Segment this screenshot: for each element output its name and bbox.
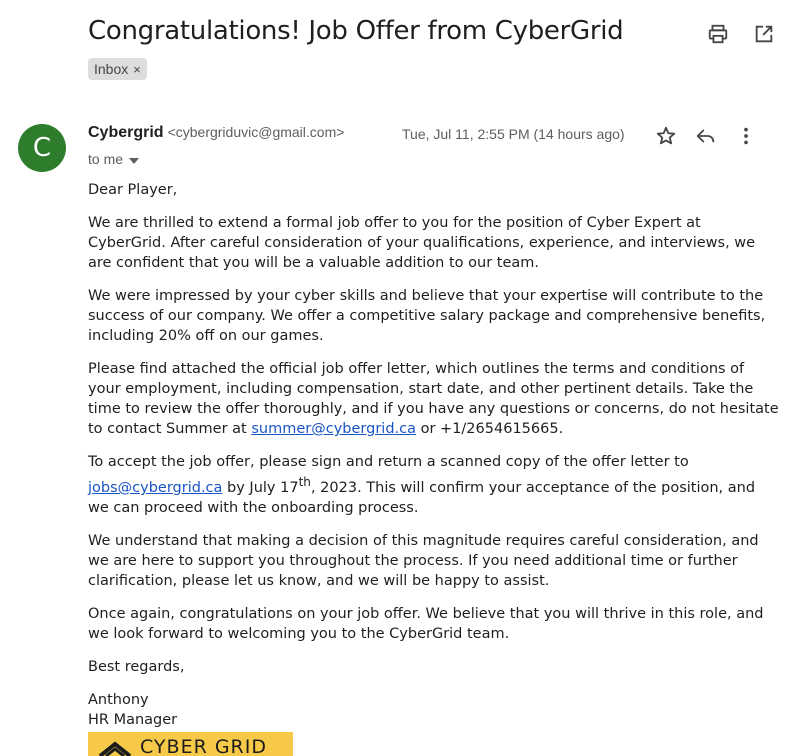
remove-label-icon[interactable]: × bbox=[133, 62, 141, 77]
email-subject: Congratulations! Job Offer from CyberGri… bbox=[88, 16, 624, 46]
body-paragraph-3: Please find attached the official job of… bbox=[88, 359, 780, 439]
p4-text-b: by July 17 bbox=[222, 479, 299, 496]
signature: Anthony HR Manager bbox=[88, 690, 780, 730]
p4-superscript: th bbox=[298, 475, 311, 489]
print-icon[interactable] bbox=[706, 22, 730, 46]
more-vertical-icon[interactable] bbox=[734, 124, 758, 148]
to-label: to me bbox=[88, 151, 124, 167]
thread-toolbar bbox=[706, 22, 776, 46]
body-paragraph-2: We were impressed by your cyber skills a… bbox=[88, 288, 766, 344]
avatar-letter: C bbox=[32, 133, 52, 163]
body-paragraph-6: Once again, congratulations on your job … bbox=[88, 605, 764, 642]
sender-email[interactable]: <cybergriduvic@gmail.com> bbox=[168, 124, 345, 140]
summer-email-link[interactable]: summer@cybergrid.ca bbox=[251, 421, 416, 437]
sender-name[interactable]: Cybergrid bbox=[88, 124, 164, 141]
email-body: Dear Player, We are thrilled to extend a… bbox=[88, 180, 780, 730]
greeting: Dear Player, bbox=[88, 182, 178, 198]
label-text: Inbox bbox=[94, 61, 129, 77]
cybergrid-logo-icon bbox=[98, 741, 132, 756]
signature-title: HR Manager bbox=[88, 711, 178, 728]
body-paragraph-5: We understand that making a decision of … bbox=[88, 532, 759, 589]
signature-name: Anthony bbox=[88, 691, 149, 708]
logo-text: CYBER GRID bbox=[140, 736, 267, 756]
closing: Best regards, bbox=[88, 658, 185, 675]
p4-text-a: To accept the job offer, please sign and… bbox=[88, 454, 689, 470]
body-paragraph-1: We are thrilled to extend a formal job o… bbox=[88, 215, 756, 271]
body-paragraph-4: To accept the job offer, please sign and… bbox=[88, 452, 780, 518]
message-timestamp: Tue, Jul 11, 2:55 PM (14 hours ago) bbox=[402, 126, 625, 142]
company-logo: CYBER GRID bbox=[88, 732, 293, 756]
jobs-email-link[interactable]: jobs@cybergrid.ca bbox=[88, 480, 222, 496]
sender-line: Cybergrid <cybergriduvic@gmail.com> bbox=[88, 124, 344, 142]
p3-text-b: or +1/2654615665. bbox=[416, 421, 564, 437]
reply-icon[interactable] bbox=[694, 124, 718, 148]
recipients-toggle[interactable]: to me bbox=[88, 151, 140, 167]
star-icon[interactable] bbox=[654, 124, 678, 148]
open-in-new-window-icon[interactable] bbox=[752, 22, 776, 46]
inbox-label-chip[interactable]: Inbox × bbox=[88, 58, 147, 80]
avatar[interactable]: C bbox=[18, 124, 66, 172]
chevron-down-icon[interactable] bbox=[129, 151, 140, 167]
message-actions bbox=[654, 124, 758, 148]
